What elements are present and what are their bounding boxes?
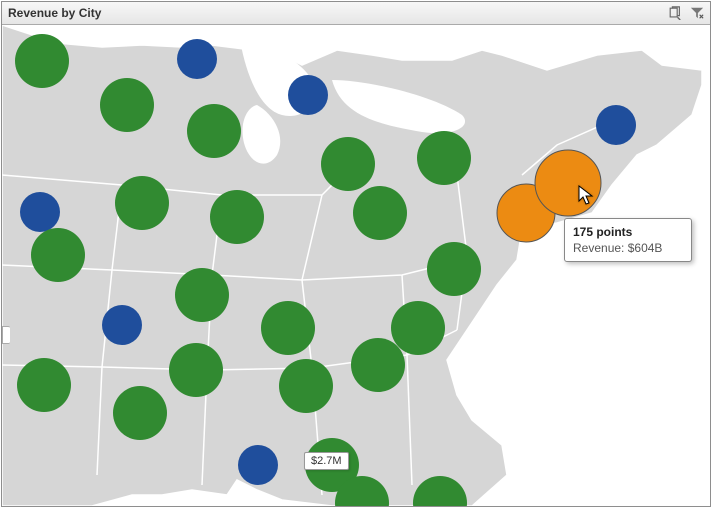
hover-tooltip: 175 points Revenue: $604B — [564, 218, 692, 262]
city-bubble[interactable] — [279, 359, 333, 413]
city-bubble[interactable] — [321, 137, 375, 191]
city-bubble[interactable] — [417, 131, 471, 185]
city-bubble[interactable] — [15, 34, 69, 88]
city-bubble[interactable] — [288, 75, 328, 115]
filter-clear-icon[interactable] — [690, 6, 704, 20]
map-canvas[interactable]: $2.7M 175 points Revenue: $604B — [2, 25, 710, 506]
data-label-value: $2.7M — [311, 455, 342, 467]
city-bubble[interactable] — [261, 301, 315, 355]
city-bubble[interactable] — [175, 268, 229, 322]
city-bubble[interactable] — [427, 242, 481, 296]
city-bubble[interactable] — [535, 150, 601, 216]
revenue-by-city-panel: Revenue by City — [1, 1, 711, 507]
city-bubble[interactable] — [100, 78, 154, 132]
city-bubble[interactable] — [115, 176, 169, 230]
export-icon[interactable] — [668, 6, 682, 20]
bubble-data-label: $2.7M — [304, 452, 349, 470]
tooltip-title: 175 points — [573, 225, 683, 239]
panel-titlebar: Revenue by City — [2, 2, 710, 25]
city-bubble[interactable] — [113, 386, 167, 440]
city-bubble[interactable] — [31, 228, 85, 282]
city-bubble[interactable] — [17, 358, 71, 412]
truncated-label — [2, 326, 10, 344]
city-bubble[interactable] — [169, 343, 223, 397]
city-bubble[interactable] — [391, 301, 445, 355]
city-bubble[interactable] — [177, 39, 217, 79]
panel-toolbar — [668, 6, 704, 20]
tooltip-metric-value: $604B — [628, 241, 663, 255]
tooltip-metric-label: Revenue: — [573, 241, 624, 255]
tooltip-metric: Revenue: $604B — [573, 241, 683, 255]
city-bubble[interactable] — [596, 105, 636, 145]
panel-title: Revenue by City — [8, 2, 668, 24]
city-bubble[interactable] — [102, 305, 142, 345]
city-bubble[interactable] — [238, 445, 278, 485]
city-bubble[interactable] — [210, 190, 264, 244]
map-svg — [2, 25, 710, 506]
city-bubble[interactable] — [351, 338, 405, 392]
city-bubble[interactable] — [353, 186, 407, 240]
city-bubble[interactable] — [187, 104, 241, 158]
city-bubble[interactable] — [20, 192, 60, 232]
